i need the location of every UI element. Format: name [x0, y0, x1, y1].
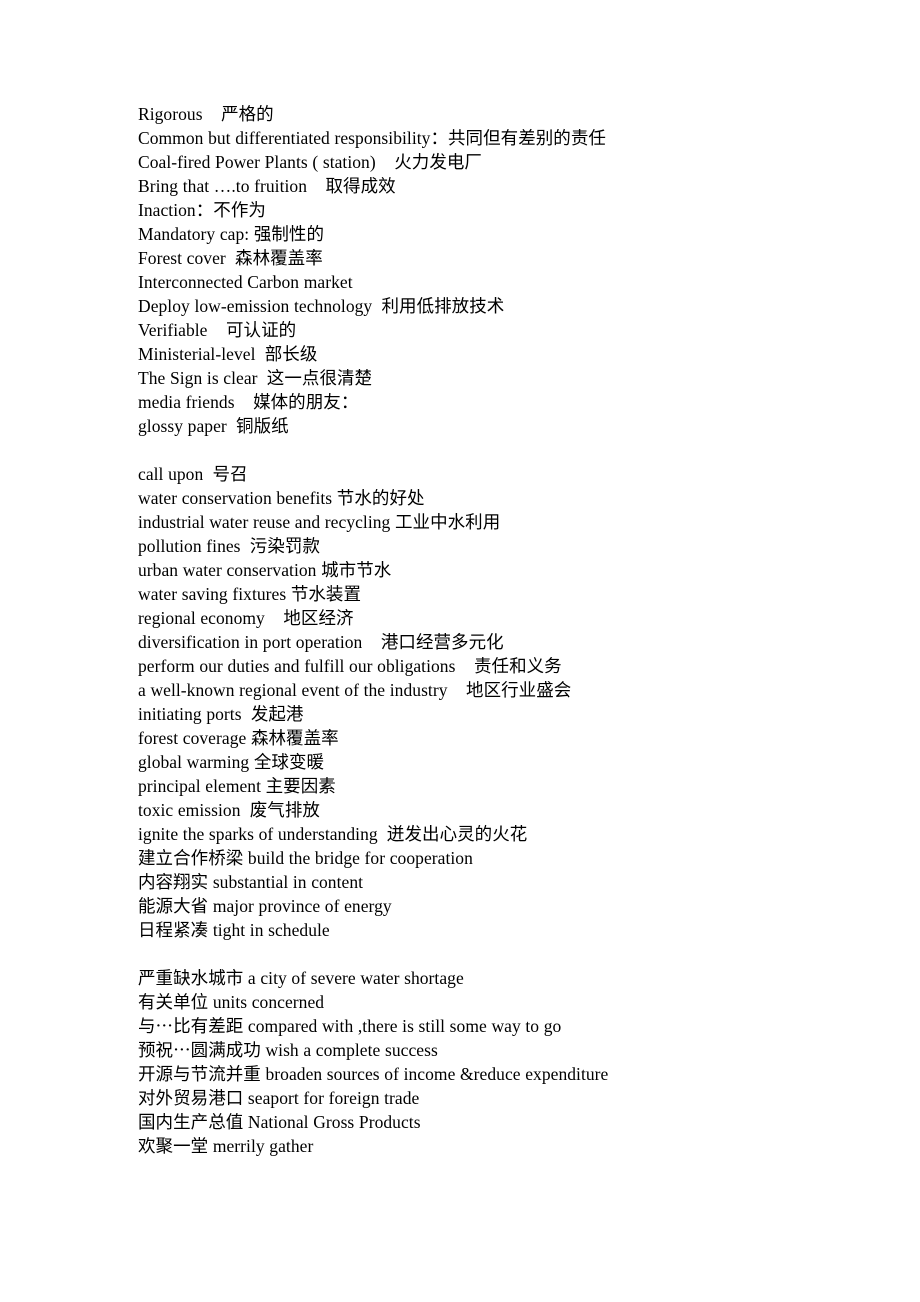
- text-line: water conservation benefits 节水的好处: [138, 488, 425, 508]
- text-line: 有关单位 units concerned: [138, 992, 325, 1012]
- text-line: 日程紧凑 tight in schedule: [138, 920, 330, 940]
- text-line: Bring that ….to fruition 取得成效: [138, 176, 396, 196]
- text-line: 与⋯比有差距 compared with ,there is still som…: [138, 1016, 562, 1036]
- text-line: global warming 全球变暖: [138, 752, 325, 772]
- text-line: Forest cover 森林覆盖率: [138, 248, 323, 268]
- text-line: 国内生产总值 National Gross Products: [138, 1112, 421, 1132]
- text-line: a well-known regional event of the indus…: [138, 680, 572, 700]
- text-line: toxic emission 废气排放: [138, 800, 320, 820]
- text-line: Interconnected Carbon market: [138, 272, 353, 292]
- text-line: Mandatory cap: 强制性的: [138, 224, 325, 244]
- text-line: The Sign is clear 这一点很清楚: [138, 368, 373, 388]
- text-line: initiating ports 发起港: [138, 704, 304, 724]
- text-line: Rigorous 严格的: [138, 104, 274, 124]
- text-line: Coal-fired Power Plants ( station) 火力发电厂: [138, 152, 482, 172]
- text-line: 能源大省 major province of energy: [138, 896, 392, 916]
- text-line: 严重缺水城市 a city of severe water shortage: [138, 968, 464, 988]
- text-line: 建立合作桥梁 build the bridge for cooperation: [138, 848, 473, 868]
- text-line: 开源与节流并重 broaden sources of income &reduc…: [138, 1064, 609, 1084]
- text-line: 对外贸易港口 seaport for foreign trade: [138, 1088, 420, 1108]
- text-line: industrial water reuse and recycling 工业中…: [138, 512, 501, 532]
- text-line: Inaction：不作为: [138, 200, 266, 220]
- text-line: 预祝⋯圆满成功 wish a complete success: [138, 1040, 438, 1060]
- text-line: 欢聚一堂 merrily gather: [138, 1136, 314, 1156]
- text-line: diversification in port operation 港口经营多元…: [138, 632, 504, 652]
- text-line: regional economy 地区经济: [138, 608, 354, 628]
- text-line: Deploy low-emission technology 利用低排放技术: [138, 296, 505, 316]
- text-line: ignite the sparks of understanding 迸发出心灵…: [138, 824, 528, 844]
- text-line: call upon 号召: [138, 464, 248, 484]
- text-line: water saving fixtures 节水装置: [138, 584, 362, 604]
- text-line: media friends 媒体的朋友：: [138, 392, 359, 412]
- text-line: Verifiable 可认证的: [138, 320, 297, 340]
- text-line: forest coverage 森林覆盖率: [138, 728, 339, 748]
- text-line: glossy paper 铜版纸: [138, 416, 289, 436]
- document-text-body: Rigorous 严格的 Common but differentiated r…: [138, 102, 838, 1158]
- text-block-climate-glossary: Rigorous 严格的 Common but differentiated r…: [138, 102, 838, 438]
- text-block-chinese-first-glossary: 严重缺水城市 a city of severe water shortage 有…: [138, 966, 838, 1158]
- text-line: Ministerial-level 部长级: [138, 344, 318, 364]
- text-block-water-and-port-glossary: call upon 号召 water conservation benefits…: [138, 462, 838, 942]
- text-line: Common but differentiated responsibility…: [138, 128, 606, 148]
- document-page: Rigorous 严格的 Common but differentiated r…: [0, 0, 920, 1302]
- text-line: 内容翔实 substantial in content: [138, 872, 364, 892]
- text-line: pollution fines 污染罚款: [138, 536, 320, 556]
- text-line: perform our duties and fulfill our oblig…: [138, 656, 562, 676]
- text-line: urban water conservation 城市节水: [138, 560, 392, 580]
- text-line: principal element 主要因素: [138, 776, 336, 796]
